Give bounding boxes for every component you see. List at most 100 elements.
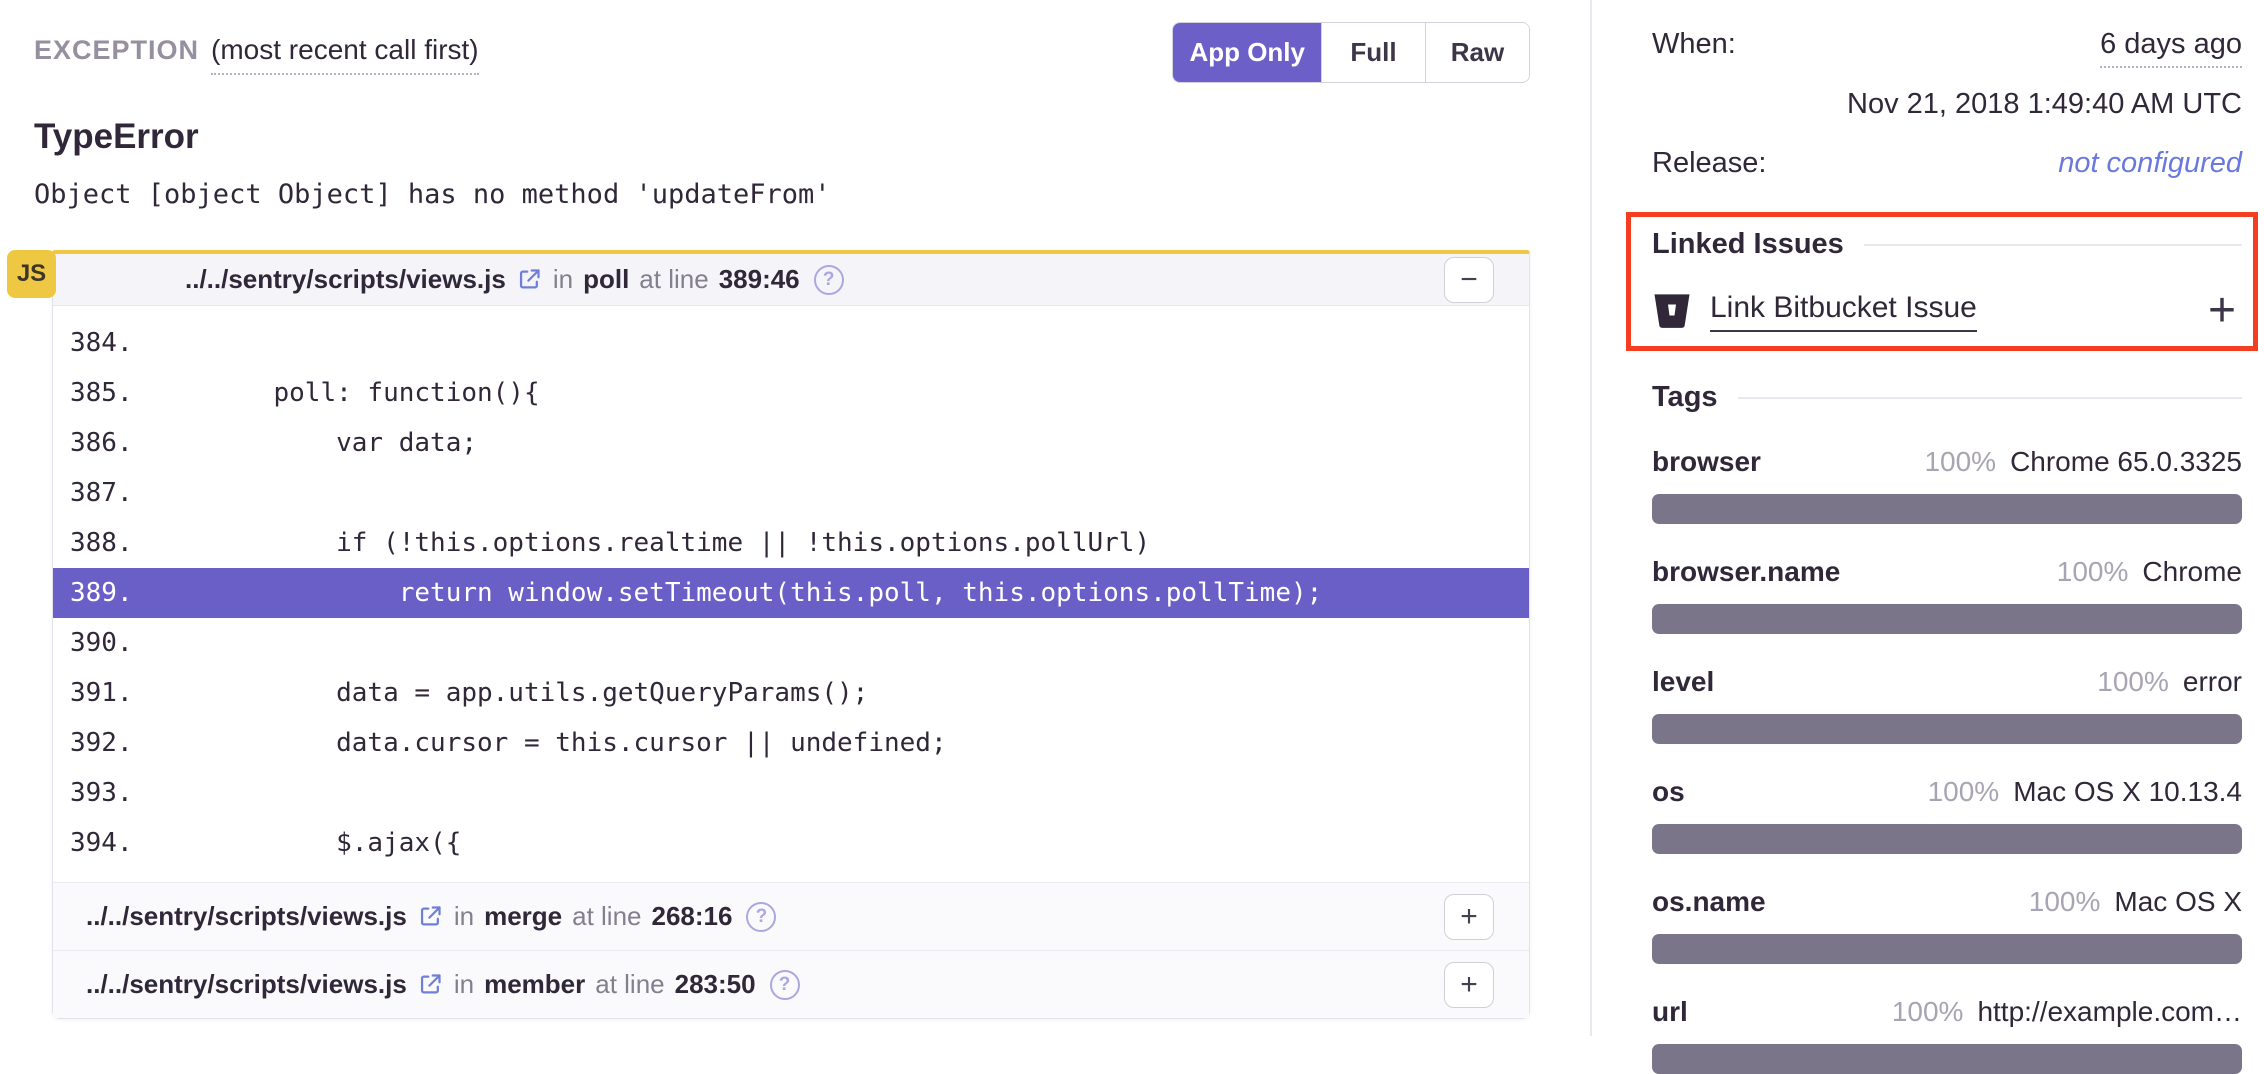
code-line: 392. data.cursor = this.cursor || undefi… (53, 718, 1529, 768)
external-link-icon[interactable] (516, 266, 543, 293)
tag-item: os.name 100%Mac OS X (1652, 886, 2242, 964)
code-line-number: 391. (70, 678, 133, 708)
frame-function: poll (583, 264, 629, 295)
tag-head: level 100%error (1652, 666, 2242, 698)
frame-lineno: 283:50 (675, 969, 756, 1000)
frame-lineno: 389:46 (719, 264, 800, 295)
code-line-text: data = app.utils.getQueryParams(); (133, 678, 869, 708)
tag-value-wrap: 100%error (2097, 666, 2242, 698)
tag-key: os.name (1652, 886, 1766, 918)
tag-head: browser 100% Chrome 65.0.3325 (1652, 446, 2242, 478)
in-label: in (454, 969, 474, 1000)
tags-heading: Tags (1652, 381, 2242, 414)
atline-label: at line (595, 969, 664, 1000)
code-line-number: 393. (70, 778, 133, 808)
release-label: Release: (1652, 147, 1766, 180)
tag-value-wrap: 100% http://example.com… (1892, 996, 2242, 1028)
code-line: 390. (53, 618, 1529, 668)
collapse-frame-button[interactable]: − (1444, 257, 1494, 303)
code-line: 386. var data; (53, 418, 1529, 468)
collapsed-frame-header[interactable]: ../../sentry/scripts/views.js in merge a… (53, 882, 1529, 950)
tag-key: browser (1652, 446, 1761, 478)
js-platform-badge: JS (7, 250, 56, 298)
tag-distribution-bar (1652, 1044, 2242, 1074)
code-line: 393. (53, 768, 1529, 818)
tag-value: Mac OS X 10.13.4 (2013, 776, 2242, 807)
code-line: 389. return window.setTimeout(this.poll,… (53, 568, 1529, 618)
tag-head: os.name 100%Mac OS X (1652, 886, 2242, 918)
code-line-number: 386. (70, 428, 133, 458)
exception-header-row: EXCEPTION (most recent call first) App O… (34, 22, 1534, 83)
expand-frame-button[interactable]: + (1444, 894, 1494, 940)
tag-percent: 100% (2057, 556, 2129, 587)
external-link-icon[interactable] (417, 903, 444, 930)
tag-value-wrap: 100%Chrome (2057, 556, 2242, 588)
help-icon[interactable]: ? (814, 265, 844, 295)
stacktrace-card: JS ../../sentry/scripts/views.js in poll… (52, 250, 1530, 1019)
exception-label: EXCEPTION (34, 35, 199, 66)
tag-distribution-bar (1652, 824, 2242, 854)
tag-value: Chrome 65.0.3325 (2010, 446, 2242, 477)
code-line-number: 389. (70, 578, 133, 608)
when-row: When: 6 days ago (1652, 28, 2242, 68)
linked-issues-section: Linked Issues Link Bitbucket Issue + (1652, 228, 2242, 335)
release-row: Release: not configured (1652, 147, 2242, 180)
full-button[interactable]: Full (1321, 23, 1425, 82)
atline-label: at line (572, 901, 641, 932)
tag-item: browser.name 100%Chrome (1652, 556, 2242, 634)
tag-value: http://example.com… (1977, 996, 2242, 1027)
active-frame-header[interactable]: ../../sentry/scripts/views.js in poll at… (53, 254, 1529, 306)
code-line-text: return window.setTimeout(this.poll, this… (133, 578, 1323, 608)
frame-filename: ../../sentry/scripts/views.js (86, 969, 407, 1000)
heading-rule (1864, 244, 2242, 246)
in-label: in (553, 264, 573, 295)
external-link-icon[interactable] (417, 971, 444, 998)
app-only-button[interactable]: App Only (1173, 23, 1321, 82)
tag-head: url 100%http://example.com… (1652, 996, 2242, 1028)
code-line-number: 388. (70, 528, 133, 558)
link-bitbucket-issue-link[interactable]: Link Bitbucket Issue (1710, 291, 1977, 332)
tag-percent: 100% (1924, 446, 1996, 477)
code-line: 394. $.ajax({ (53, 818, 1529, 868)
collapsed-frame-header[interactable]: ../../sentry/scripts/views.js in member … (53, 950, 1529, 1018)
help-icon[interactable]: ? (770, 970, 800, 1000)
frame-filename: ../../sentry/scripts/views.js (185, 264, 506, 295)
code-line-number: 390. (70, 628, 133, 658)
tag-key: os (1652, 776, 1685, 808)
frame-function: member (484, 969, 585, 1000)
code-line-number: 384. (70, 328, 133, 358)
call-order-note[interactable]: (most recent call first) (211, 34, 479, 75)
exception-message: Object [object Object] has no method 'up… (34, 179, 1534, 210)
tag-value: Mac OS X (2114, 886, 2242, 917)
stacktrace-view-toggle: App Only Full Raw (1172, 22, 1530, 83)
tag-key: level (1652, 666, 1714, 698)
raw-button[interactable]: Raw (1425, 23, 1529, 82)
frame-filename: ../../sentry/scripts/views.js (86, 901, 407, 932)
tag-value-wrap: 100%Mac OS X (2029, 886, 2242, 918)
help-icon[interactable]: ? (746, 902, 776, 932)
tags-section: Tags browser 100% Chrome 65.0.3325 browse… (1652, 381, 2242, 1074)
tag-distribution-bar (1652, 494, 2242, 524)
add-linked-issue-icon[interactable]: + (2208, 287, 2236, 335)
linked-issues-heading: Linked Issues (1652, 228, 2242, 261)
tag-percent: 100% (1892, 996, 1964, 1027)
exception-type: TypeError (34, 117, 1534, 157)
when-relative-time[interactable]: 6 days ago (2100, 28, 2242, 68)
code-line: 385. poll: function(){ (53, 368, 1529, 418)
source-context: 384. 385. poll: function(){ 386. var dat… (53, 306, 1529, 882)
linked-issues-title: Linked Issues (1652, 228, 1844, 261)
tag-item: level 100%error (1652, 666, 2242, 744)
code-line-text: var data; (133, 428, 477, 458)
tag-value-wrap: 100% Chrome 65.0.3325 (1924, 446, 2242, 478)
code-line-number: 394. (70, 828, 133, 858)
expand-frame-button[interactable]: + (1444, 962, 1494, 1008)
tag-distribution-bar (1652, 934, 2242, 964)
release-value-link[interactable]: not configured (2058, 147, 2242, 180)
tag-item: browser 100% Chrome 65.0.3325 (1652, 446, 2242, 524)
code-line: 388. if (!this.options.realtime || !this… (53, 518, 1529, 568)
frame-function: merge (484, 901, 562, 932)
code-line-text: poll: function(){ (133, 378, 540, 408)
tag-distribution-bar (1652, 604, 2242, 634)
frame-lineno: 268:16 (652, 901, 733, 932)
when-datetime: Nov 21, 2018 1:49:40 AM UTC (1652, 88, 2242, 121)
